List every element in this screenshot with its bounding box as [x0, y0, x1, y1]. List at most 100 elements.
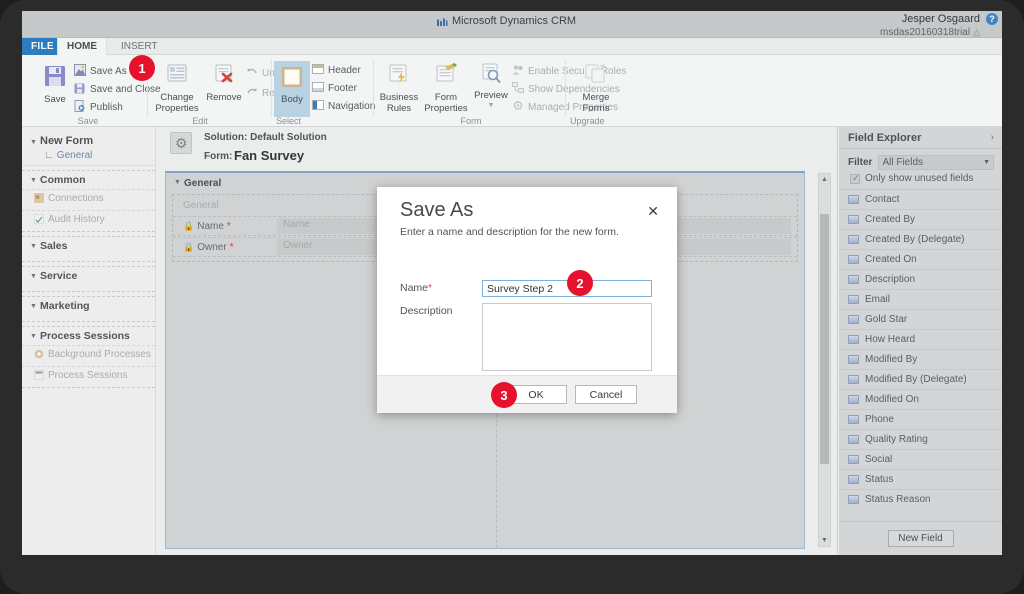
nav-section-process-sessions: ▼ Process Sessions Background Processes [22, 326, 155, 388]
help-icon[interactable]: ? [986, 13, 998, 25]
list-item[interactable]: Description [839, 270, 1002, 290]
caret-down-icon: ▼ [30, 333, 37, 340]
preview-button[interactable]: Preview ▼ [470, 63, 512, 110]
ribbon-group-form: Business Rules Form Properties Preview ▼… [376, 55, 626, 127]
tab-insert[interactable]: INSERT [112, 38, 167, 55]
form-properties-button[interactable]: Form Properties [422, 63, 470, 115]
nav-section-header[interactable]: ▼ Common [22, 174, 155, 186]
scrollbar-thumb[interactable] [820, 214, 829, 464]
field-icon [848, 455, 859, 464]
save-as-dialog: Save As ✕ Enter a name and description f… [377, 187, 677, 413]
scroll-up-icon[interactable]: ▲ [819, 174, 830, 185]
nav-item-background-processes[interactable]: Background Processes [22, 345, 155, 363]
list-item[interactable]: Created On [839, 250, 1002, 270]
form-row-label: 🔒 Owner * [183, 241, 234, 253]
ribbon: Save Save As Save and Close Publish Save… [22, 55, 1002, 127]
unused-fields-checkbox-row[interactable]: Only show unused fields [839, 173, 1002, 190]
caret-down-icon[interactable]: ▼ [30, 139, 37, 146]
navigation-icon [312, 100, 324, 113]
user-block[interactable]: Jesper Osgaard msdas20160318trial △ [880, 13, 980, 39]
chevron-down-icon[interactable]: ▼ [470, 102, 512, 110]
list-item[interactable]: Modified On [839, 390, 1002, 410]
nav-section-header[interactable]: ▼ Service [22, 270, 155, 282]
ribbon-group-label-upgrade: Upgrade [570, 116, 605, 126]
nav-item-process-sessions[interactable]: Process Sessions [22, 366, 155, 384]
connections-icon [34, 193, 44, 203]
user-name: Jesper Osgaard [901, 13, 980, 25]
list-item[interactable]: Gold Star [839, 310, 1002, 330]
list-item[interactable]: Created By (Delegate) [839, 230, 1002, 250]
nav-section-header[interactable]: ▼ Sales [22, 240, 155, 252]
footer-button[interactable]: Footer [312, 82, 357, 95]
field-icon [848, 215, 859, 224]
nav-item-audit-history[interactable]: Audit History [22, 210, 155, 228]
nav-item-general[interactable]: ∟ General [22, 149, 155, 166]
save-button[interactable]: Save [32, 63, 78, 106]
list-item[interactable]: Created By [839, 210, 1002, 230]
list-item[interactable]: Status Reason [839, 490, 1002, 504]
solution-badge: ⚙ [170, 132, 192, 154]
list-item[interactable]: Quality Rating [839, 430, 1002, 450]
dependencies-icon [512, 82, 524, 96]
filter-select[interactable]: All Fields ▼ [878, 155, 994, 170]
remove-label: Remove [206, 91, 242, 103]
dialog-name-field-row: Name* Survey Step 2 [400, 280, 652, 297]
ribbon-group-label-edit: Edit [192, 116, 208, 126]
audit-history-icon [33, 213, 45, 225]
close-icon[interactable]: ✕ [647, 203, 659, 220]
merge-forms-button[interactable]: Merge Forms [572, 63, 620, 115]
managed-properties-icon [512, 100, 524, 114]
nav-section-header[interactable]: ▼ Process Sessions [22, 330, 155, 342]
field-icon [848, 415, 859, 424]
canvas-scrollbar[interactable]: ▲ ▼ [818, 173, 831, 547]
unused-fields-checkbox[interactable] [850, 173, 860, 184]
save-as-button[interactable]: Save As [74, 64, 127, 79]
description-input[interactable] [482, 303, 652, 371]
dialog-subtitle: Enter a name and description for the new… [400, 226, 619, 238]
field-icon [848, 435, 859, 444]
solution-text: Solution: Default Solution [204, 132, 327, 143]
list-item[interactable]: Modified By (Delegate) [839, 370, 1002, 390]
list-item[interactable]: Social [839, 450, 1002, 470]
list-item[interactable]: How Heard [839, 330, 1002, 350]
field-icon [848, 255, 859, 264]
ribbon-tabstrip: FILE HOME INSERT [22, 38, 1002, 55]
list-item[interactable]: Contact [839, 190, 1002, 210]
lock-icon: 🔒 [183, 220, 195, 231]
header-button[interactable]: Header [312, 64, 361, 77]
nav-item-connections[interactable]: Connections [22, 189, 155, 207]
filter-label: Filter [848, 157, 873, 168]
change-properties-icon [152, 63, 202, 91]
nav-section-header[interactable]: ▼ Marketing [22, 300, 155, 312]
save-button-label: Save [44, 93, 66, 105]
field-explorer-header: Field Explorer › [839, 127, 1002, 149]
home-icon[interactable]: △ [973, 27, 980, 38]
navigation-button[interactable]: Navigation [312, 100, 375, 113]
change-properties-button[interactable]: Change Properties [152, 63, 202, 115]
scroll-down-icon[interactable]: ▼ [819, 535, 830, 546]
dynamics-logo-icon [436, 17, 448, 28]
list-item[interactable]: Phone [839, 410, 1002, 430]
form-properties-label: Form Properties [424, 91, 468, 114]
business-rules-button[interactable]: Business Rules [376, 63, 422, 115]
field-icon [848, 475, 859, 484]
body-button[interactable]: Body [274, 61, 310, 117]
name-label: Name* [400, 282, 432, 294]
list-item[interactable]: Modified By [839, 350, 1002, 370]
cancel-button[interactable]: Cancel [575, 385, 637, 404]
list-item[interactable]: Email [839, 290, 1002, 310]
field-list[interactable]: Contact Created By Created By (Delegate)… [839, 190, 1002, 504]
save-and-close-icon [74, 82, 86, 97]
chevron-right-icon[interactable]: › [991, 132, 994, 143]
business-rules-label: Business Rules [379, 91, 419, 114]
nav-title: ▼ New Form [30, 135, 94, 147]
tab-home[interactable]: HOME [57, 38, 107, 55]
new-field-button[interactable]: New Field [887, 530, 954, 547]
description-label: Description [400, 305, 453, 317]
dialog-title: Save As [400, 199, 474, 221]
list-item[interactable]: Status [839, 470, 1002, 490]
app-screen: Microsoft Dynamics CRM Jesper Osgaard ms… [22, 11, 1002, 571]
publish-button[interactable]: Publish [74, 100, 123, 115]
remove-button[interactable]: Remove [202, 63, 246, 104]
redo-icon [246, 87, 258, 100]
